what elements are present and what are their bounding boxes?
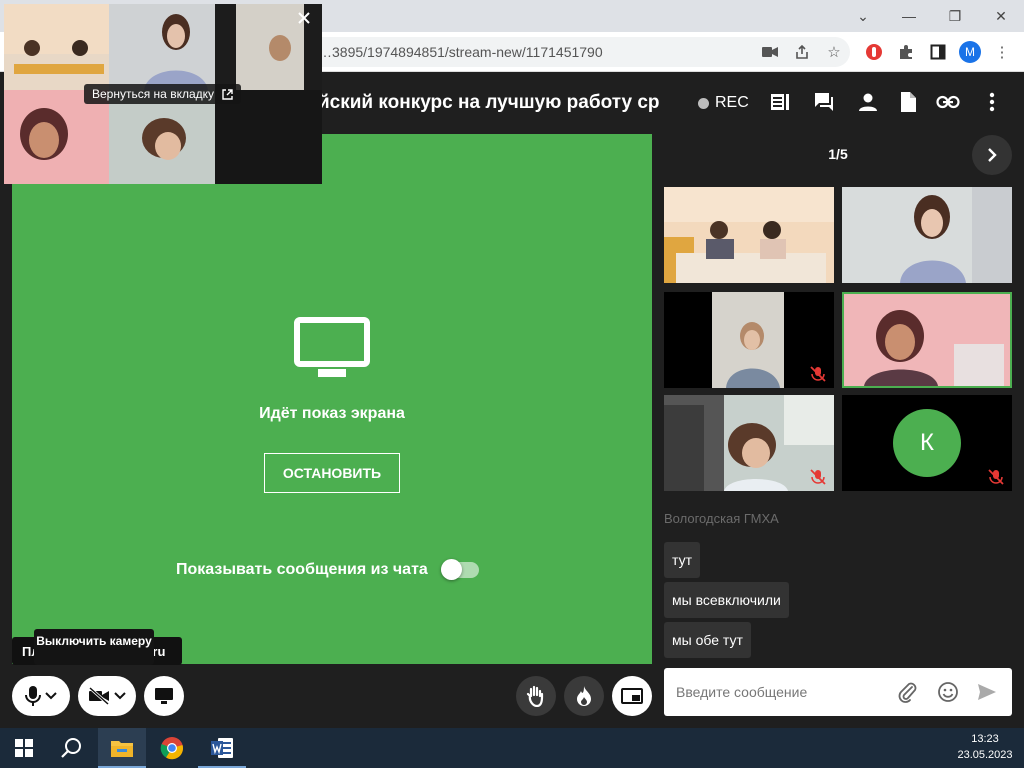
profile-avatar[interactable]: M <box>959 41 981 63</box>
agenda-icon[interactable] <box>766 88 794 116</box>
external-link-icon <box>222 88 233 100</box>
raise-hand-button[interactable] <box>516 676 556 716</box>
participant-tile[interactable] <box>842 187 1012 283</box>
side-panel-icon[interactable] <box>926 40 950 64</box>
video-feed <box>664 292 834 388</box>
windows-start-icon[interactable] <box>0 728 48 768</box>
chat-icon[interactable] <box>810 88 838 116</box>
close-window-icon[interactable]: ✕ <box>978 0 1024 32</box>
next-page-button[interactable] <box>972 135 1012 175</box>
pip-return-to-tab[interactable]: Вернуться на вкладку <box>84 84 242 104</box>
chevron-down-icon[interactable] <box>114 692 126 700</box>
fire-icon <box>577 686 591 706</box>
restore-icon[interactable]: ❐ <box>932 0 978 32</box>
chevron-right-icon <box>988 148 997 162</box>
rec-dot-icon <box>698 97 709 109</box>
toggle-knob[interactable] <box>441 559 462 580</box>
screen-share-status: Идёт показ экрана <box>259 405 405 422</box>
stop-sharing-button[interactable]: ОСТАНОВИТЬ <box>264 453 400 493</box>
screen-share-stage <box>12 134 652 664</box>
participants-icon[interactable] <box>854 88 882 116</box>
search-icon[interactable] <box>48 728 96 768</box>
microphone-button[interactable] <box>12 676 70 716</box>
participant-tile-active[interactable] <box>842 292 1012 388</box>
picture-in-picture-icon <box>621 688 643 704</box>
file-explorer-icon[interactable] <box>98 728 146 768</box>
tab-search-icon[interactable]: ⌄ <box>840 0 886 32</box>
muted-mic-icon <box>810 469 826 485</box>
chat-message: мы обе тут <box>664 622 751 658</box>
camera-indicator-icon[interactable] <box>758 40 782 64</box>
muted-mic-icon <box>810 366 826 382</box>
camera-button[interactable] <box>78 676 136 716</box>
url-text[interactable]: …3895/1974894851/stream-new/1171451790 <box>318 44 603 60</box>
video-feed <box>844 294 1010 386</box>
participant-avatar: К <box>893 409 961 477</box>
video-feed <box>664 395 834 491</box>
pip-close-icon[interactable] <box>298 11 310 29</box>
participant-tile[interactable] <box>664 187 834 283</box>
video-feed <box>664 187 834 283</box>
more-menu-icon[interactable] <box>978 88 1006 116</box>
minimize-icon[interactable]: — <box>886 0 932 32</box>
chat-message: тут <box>664 542 700 578</box>
extension-shield-icon[interactable] <box>862 40 886 64</box>
reactions-button[interactable] <box>564 676 604 716</box>
bookmark-star-icon[interactable]: ☆ <box>822 40 846 64</box>
event-title: йский конкурс на лучшую работу ср <box>318 92 660 113</box>
camera-off-icon <box>89 687 109 705</box>
message-input-placeholder[interactable]: Введите сообщение <box>676 684 807 700</box>
share-icon[interactable] <box>790 40 814 64</box>
send-icon[interactable] <box>977 683 997 706</box>
participant-tile[interactable] <box>664 395 834 491</box>
extensions-puzzle-icon[interactable] <box>894 40 918 64</box>
screen-share-button[interactable] <box>144 676 184 716</box>
taskbar-clock[interactable]: 13:23 23.05.2023 <box>950 731 1020 763</box>
muted-mic-icon <box>988 469 1004 485</box>
video-feed <box>842 187 1012 283</box>
participants-pager: 1/5 <box>828 146 848 162</box>
picture-in-picture-button[interactable] <box>612 676 652 716</box>
browser-menu-icon[interactable]: ⋮ <box>990 40 1014 64</box>
recording-indicator: REC <box>698 94 749 112</box>
chrome-icon[interactable] <box>148 728 196 768</box>
screen-share-icon <box>155 688 173 704</box>
monitor-icon <box>294 317 370 384</box>
chevron-down-icon[interactable] <box>45 692 57 700</box>
participant-tile[interactable] <box>664 292 834 388</box>
clock-time: 13:23 <box>971 733 999 745</box>
word-icon[interactable] <box>198 728 246 768</box>
link-icon[interactable] <box>934 88 962 116</box>
attach-icon[interactable] <box>898 681 918 708</box>
file-icon[interactable] <box>894 88 922 116</box>
emoji-icon[interactable] <box>937 681 959 708</box>
rec-label: REC <box>715 94 749 111</box>
camera-tooltip: Выключить камеру <box>34 629 154 665</box>
clock-date: 23.05.2023 <box>957 749 1013 761</box>
pip-return-label: Вернуться на вкладку <box>92 87 215 101</box>
microphone-icon <box>25 686 41 706</box>
hand-icon <box>526 685 544 707</box>
chat-sender-name: Вологодская ГМХА <box>664 511 779 526</box>
chat-toggle-label: Показывать сообщения из чата <box>176 561 428 578</box>
chat-message: мы всевключили <box>664 582 789 618</box>
